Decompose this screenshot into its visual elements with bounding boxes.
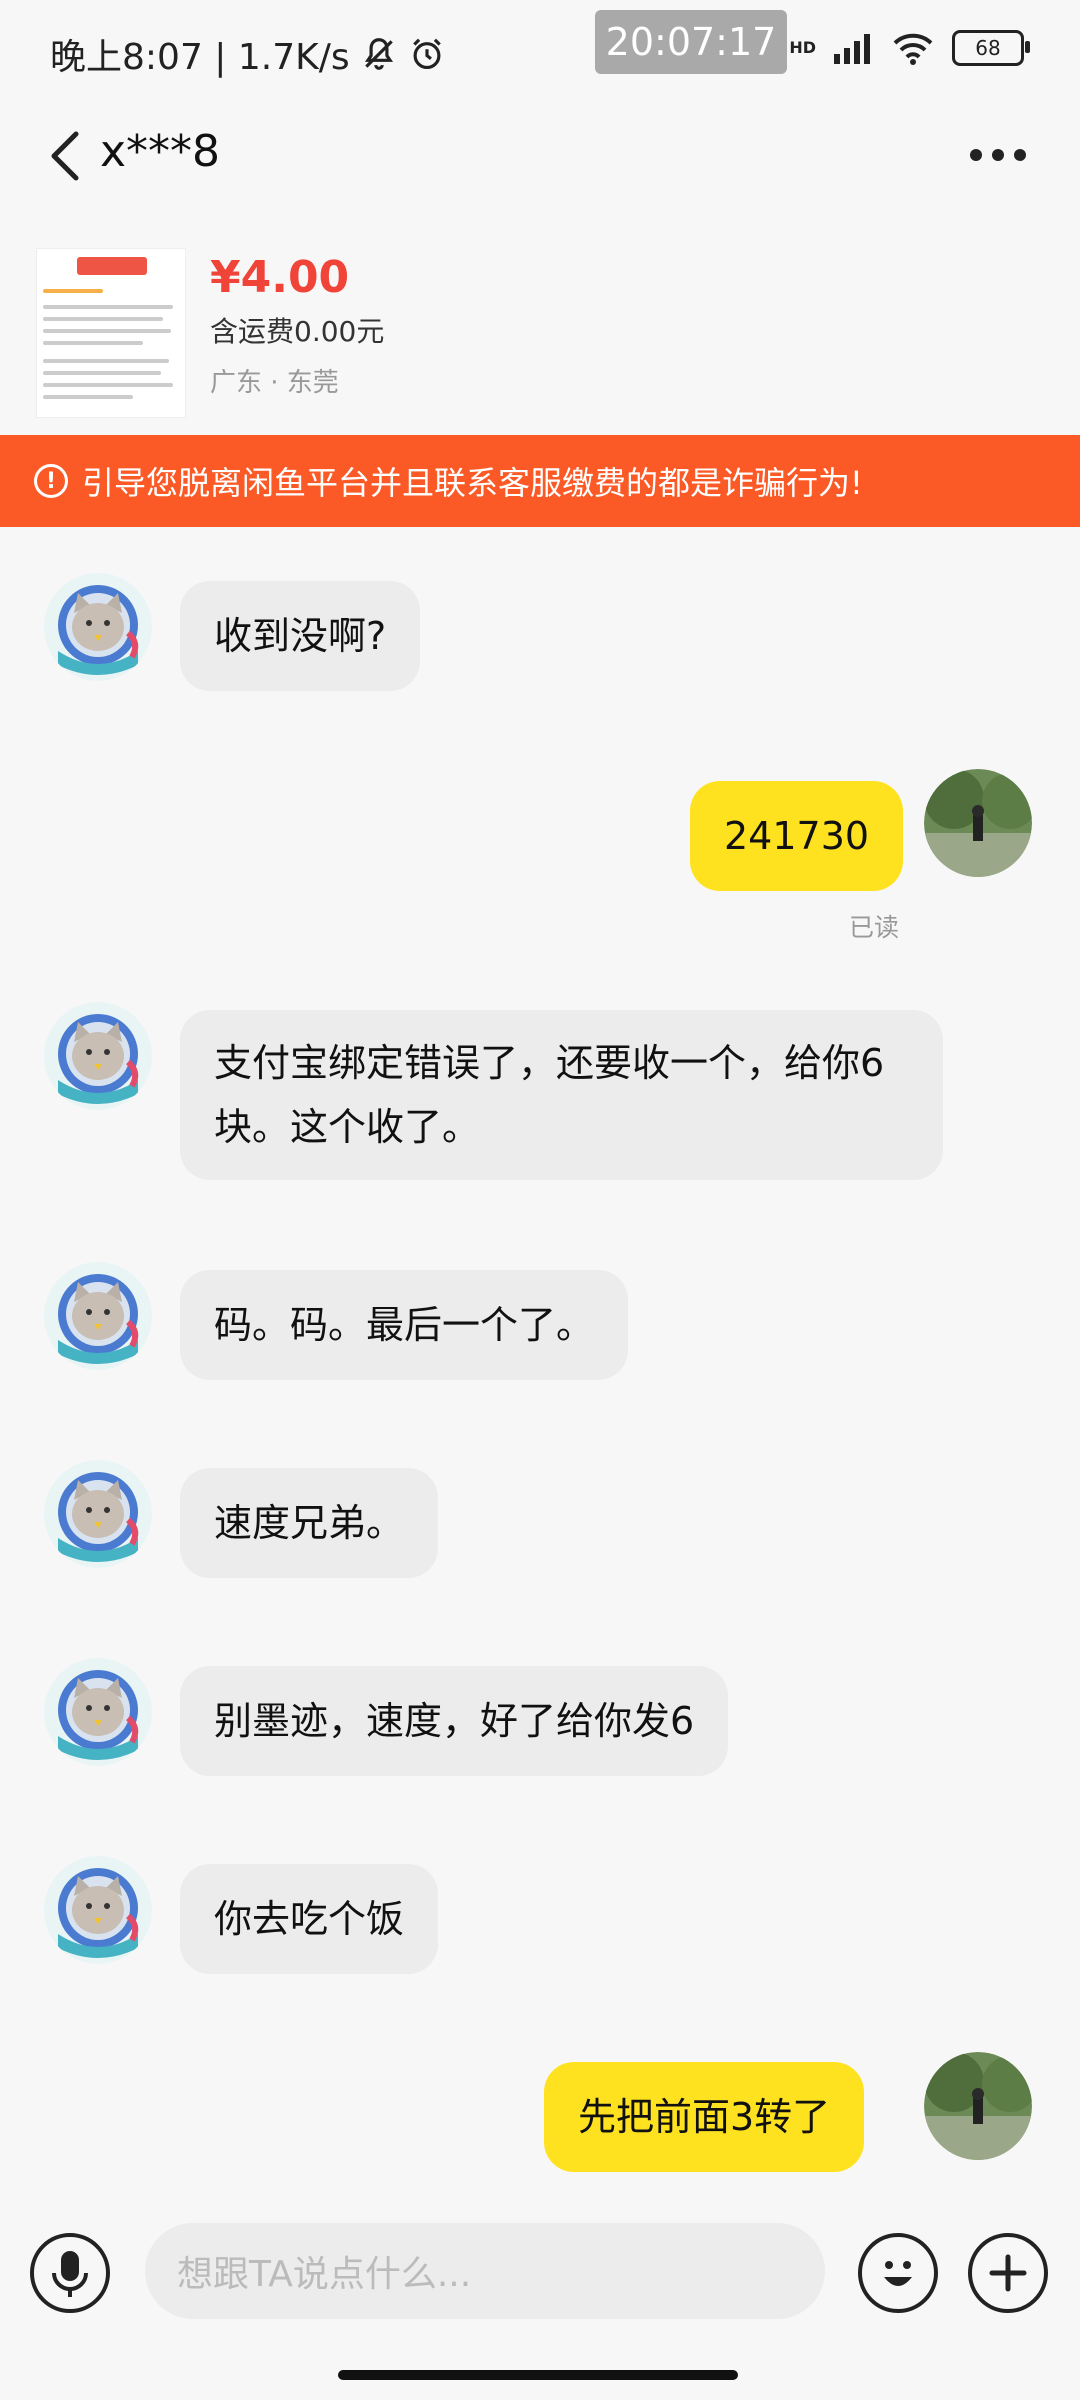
status-bar: 晚上8:07 | 1.7K/s 20:07:17 HD 68	[0, 0, 1080, 100]
product-location: 广东 · 东莞	[210, 368, 339, 398]
plus-button[interactable]	[968, 2233, 1048, 2313]
bell-mute-icon	[364, 38, 393, 70]
product-thumbnail[interactable]	[36, 248, 186, 418]
avatar-other[interactable]	[44, 1856, 152, 1964]
thumb-line	[43, 359, 169, 363]
status-right: HD 68	[789, 30, 1030, 66]
input-bar: 想跟TA说点什么...	[0, 2205, 1080, 2355]
signal-icon	[834, 34, 870, 64]
alarm-icon	[412, 38, 441, 70]
wifi-icon	[893, 33, 933, 65]
avatar-other[interactable]	[44, 1262, 152, 1370]
more-dot	[970, 149, 982, 161]
product-price: ¥4.00	[210, 252, 350, 303]
emoji-icon	[884, 2261, 912, 2286]
thumb-line	[43, 305, 173, 309]
thumb-line	[43, 317, 163, 321]
message-bubble-self[interactable]: 241730	[690, 781, 904, 891]
thumb-line	[43, 329, 171, 333]
status-time: 晚上8:07 | 1.7K/s	[50, 37, 350, 78]
hd-label: HD	[789, 38, 816, 57]
chat-header: x***8	[0, 100, 1080, 210]
warning-icon: !	[34, 464, 68, 498]
product-shipping: 含运费0.00元	[210, 315, 385, 348]
thumb-line	[43, 289, 103, 293]
back-icon[interactable]	[46, 128, 86, 184]
message-input[interactable]: 想跟TA说点什么...	[145, 2223, 825, 2319]
mic-icon	[52, 2251, 88, 2297]
product-card[interactable]: ¥4.00 含运费0.00元 广东 · 东莞	[0, 210, 1080, 435]
emoji-button[interactable]	[858, 2233, 938, 2313]
status-left: 晚上8:07 | 1.7K/s	[50, 28, 446, 80]
avatar-other[interactable]	[44, 573, 152, 681]
message-bubble-other[interactable]: 别墨迹，速度，好了给你发6	[180, 1666, 729, 1776]
thumb-tag	[77, 257, 147, 275]
read-status: 已读	[849, 913, 900, 942]
mic-button[interactable]	[30, 2233, 110, 2313]
warning-text: 引导您脱离闲鱼平台并且联系客服缴费的都是诈骗行为!	[82, 464, 863, 502]
message-bubble-other[interactable]: 速度兄弟。	[180, 1468, 439, 1578]
chat-title: x***8	[100, 126, 221, 177]
battery-level: 68	[975, 36, 1001, 60]
avatar-self[interactable]	[924, 769, 1032, 877]
fraud-warning-banner: ! 引导您脱离闲鱼平台并且联系客服缴费的都是诈骗行为!	[0, 435, 1080, 527]
message-bubble-self[interactable]: 先把前面3转了	[544, 2062, 865, 2172]
thumb-line	[43, 371, 161, 375]
thumb-line	[43, 395, 133, 399]
avatar-other[interactable]	[44, 1658, 152, 1766]
message-bubble-other[interactable]: 收到没啊?	[180, 581, 421, 691]
battery-indicator: 68	[952, 30, 1030, 66]
thumb-line	[43, 383, 173, 387]
message-bubble-other[interactable]: 支付宝绑定错误了，还要收一个，给你6块。这个收了。	[180, 1010, 943, 1180]
more-icon[interactable]	[970, 140, 1040, 170]
avatar-other[interactable]	[44, 1002, 152, 1110]
more-dot	[1014, 149, 1026, 161]
clock-overlay: 20:07:17	[595, 10, 787, 74]
more-dot	[992, 149, 1004, 161]
avatar-other[interactable]	[44, 1460, 152, 1568]
avatar-self[interactable]	[924, 2052, 1032, 2160]
home-indicator[interactable]	[338, 2370, 738, 2380]
plus-icon	[989, 2254, 1027, 2292]
message-bubble-other[interactable]: 你去吃个饭	[180, 1864, 439, 1974]
thumb-line	[43, 341, 143, 345]
message-bubble-other[interactable]: 码。码。最后一个了。	[180, 1270, 629, 1380]
